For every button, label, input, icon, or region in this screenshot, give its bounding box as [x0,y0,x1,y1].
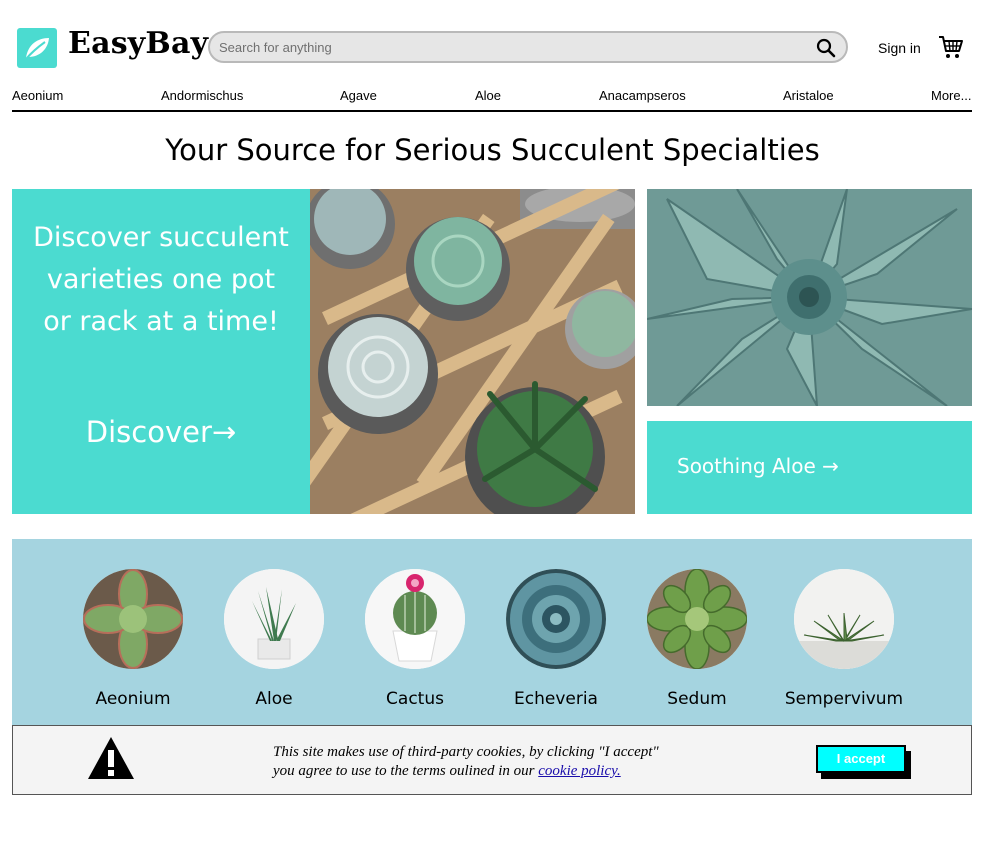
nav-item-agave[interactable]: Agave [340,88,377,103]
category-label: Sempervivum [784,689,904,709]
leaf-icon [25,38,49,60]
search-input[interactable]: Search for anything [219,40,332,55]
nav-divider [12,110,972,112]
category-echeveria[interactable]: Echeveria [496,569,616,709]
nav-item-andormischus[interactable]: Andormischus [161,88,243,103]
nav-item-aloe[interactable]: Aloe [475,88,501,103]
nav-item-more[interactable]: More... [931,88,971,103]
promo-text: Discover succulent varieties one pot or … [33,222,289,337]
category-label: Echeveria [514,689,598,709]
category-label: Aloe [255,689,293,709]
aloe-image[interactable] [224,569,324,669]
nav-item-aeonium[interactable]: Aeonium [12,88,63,103]
aloe-promo-panel: Soothing Aloe → [647,421,972,514]
soothing-aloe-link[interactable]: Soothing Aloe → [677,454,839,478]
category-label: Aeonium [95,689,171,709]
aeonium-image[interactable] [83,569,183,669]
search-bar[interactable]: Search for anything [208,31,848,63]
cookie-line-2-text: you agree to use to the terms oulined in… [273,763,535,779]
sign-in-link[interactable]: Sign in [878,40,921,56]
sedum-image[interactable] [647,569,747,669]
promo-panel: Discover succulent varieties one pot or … [12,189,310,514]
cookie-line-2: you agree to use to the terms oulined in… [273,762,659,781]
logo[interactable] [17,28,57,68]
category-nav: Aeonium Andormischus Agave Aloe Anacamps… [12,88,972,110]
warning-icon [88,737,134,779]
nav-item-aristaloe[interactable]: Aristaloe [783,88,834,103]
succulent-rack-image[interactable] [310,189,635,514]
cookie-banner: This site makes use of third-party cooki… [12,725,972,795]
category-band: Aeonium Aloe Cactus Echeveria Sedum Semp… [12,539,972,725]
category-cactus[interactable]: Cactus [355,569,475,709]
cookie-message: This site makes use of third-party cooki… [273,743,659,781]
brand-name[interactable]: EasyBay [68,26,208,61]
search-icon[interactable] [816,38,836,58]
cookie-policy-link[interactable]: cookie policy. [538,763,620,779]
sempervivum-image[interactable] [794,569,894,669]
agave-image[interactable] [647,189,972,406]
echeveria-image[interactable] [506,569,606,669]
category-sedum[interactable]: Sedum [637,569,757,709]
page-title: Your Source for Serious Succulent Specia… [165,133,820,167]
cookie-line-1: This site makes use of third-party cooki… [273,744,659,760]
discover-link[interactable]: Discover→ [12,415,310,449]
accept-button[interactable]: I accept [816,745,906,773]
cactus-image[interactable] [365,569,465,669]
category-aloe[interactable]: Aloe [214,569,334,709]
cart-icon[interactable] [938,34,964,60]
nav-item-anacampseros[interactable]: Anacampseros [599,88,686,103]
category-label: Sedum [667,689,727,709]
category-sempervivum[interactable]: Sempervivum [784,569,904,709]
category-aeonium[interactable]: Aeonium [73,569,193,709]
category-label: Cactus [386,689,444,709]
